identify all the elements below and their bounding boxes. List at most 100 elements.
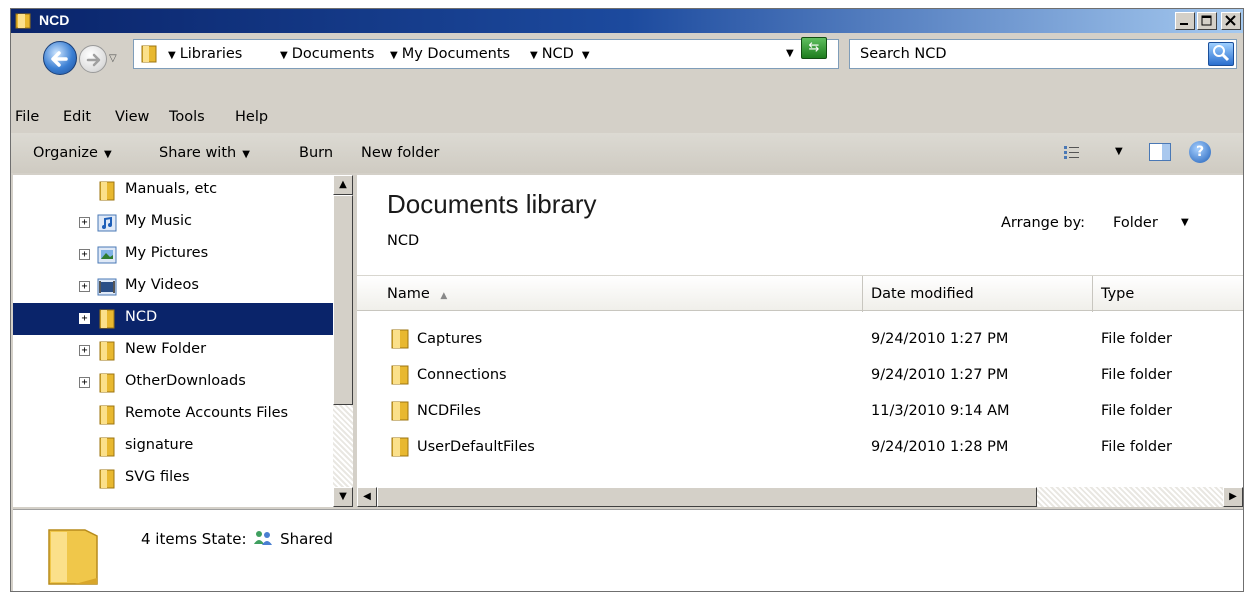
menu-bar: File Edit View Tools Help: [11, 105, 1243, 131]
file-row[interactable]: Connections 9/24/2010 1:27 PM File folde…: [357, 359, 1243, 393]
address-history-dropdown-icon[interactable]: ▼: [786, 48, 794, 59]
folder-icon: [15, 13, 31, 29]
help-icon[interactable]: ?: [1189, 141, 1211, 163]
breadcrumb-ncd[interactable]: ▼ NCD ▼: [530, 46, 594, 62]
library-subtitle: NCD: [387, 233, 420, 249]
scroll-thumb[interactable]: [333, 195, 353, 405]
expand-icon[interactable]: +: [79, 249, 90, 260]
folder-icon: [141, 45, 157, 63]
state-label: State:: [201, 530, 247, 548]
folder-icon: [48, 529, 98, 585]
column-header-row: Name ▲ Date modified Type: [357, 275, 1243, 312]
window-title: NCD: [39, 12, 70, 28]
arrange-by-dropdown[interactable]: Folder: [1113, 215, 1158, 231]
nav-item-new-folder[interactable]: + New Folder: [13, 335, 333, 367]
file-date: 9/24/2010 1:28 PM: [871, 439, 1009, 455]
share-with-button[interactable]: Share with ▼: [159, 145, 250, 161]
chevron-down-icon[interactable]: ▼: [1181, 217, 1189, 228]
horizontal-scrollbar[interactable]: ◀ ▶: [357, 487, 1243, 507]
folder-icon: [391, 401, 409, 421]
breadcrumb-my-documents[interactable]: ▼ My Documents: [390, 46, 510, 62]
breadcrumb-documents[interactable]: ▼ Documents: [280, 46, 374, 62]
file-date: 9/24/2010 1:27 PM: [871, 367, 1009, 383]
preview-pane-icon[interactable]: [1149, 143, 1171, 161]
navigation-bar: ▽ ▼ Libraries ▼ Documents ▼ My Documents ▼ N…: [11, 33, 1243, 105]
column-header-date-modified[interactable]: Date modified: [863, 276, 1093, 312]
folder-icon: [99, 373, 115, 393]
nav-item-otherdownloads[interactable]: + OtherDownloads: [13, 367, 333, 399]
nav-item-svg-files[interactable]: SVG files: [13, 463, 333, 495]
expand-icon[interactable]: +: [79, 345, 90, 356]
menu-file[interactable]: File: [15, 109, 39, 125]
file-date: 11/3/2010 9:14 AM: [871, 403, 1010, 419]
expand-icon[interactable]: +: [79, 377, 90, 388]
folder-icon: [99, 405, 115, 425]
address-bar[interactable]: ▼ Libraries ▼ Documents ▼ My Documents ▼ NCD…: [133, 39, 839, 69]
chevron-down-icon: ▼: [242, 149, 250, 160]
scroll-right-icon[interactable]: ▶: [1223, 487, 1243, 507]
nav-item-remote-accounts-files[interactable]: Remote Accounts Files: [13, 399, 333, 431]
column-header-name[interactable]: Name ▲: [357, 276, 863, 312]
state-value: Shared: [280, 530, 333, 548]
scroll-down-icon[interactable]: ▼: [333, 487, 353, 507]
maximize-button[interactable]: [1197, 12, 1217, 30]
expand-icon[interactable]: +: [79, 313, 90, 324]
nav-vertical-scrollbar[interactable]: ▲ ▼: [333, 175, 353, 507]
music-shortcut-icon: [97, 214, 117, 232]
title-bar[interactable]: NCD: [11, 9, 1243, 33]
forward-button[interactable]: [79, 45, 107, 73]
chevron-down-icon[interactable]: ▼: [1115, 146, 1123, 157]
scroll-left-icon[interactable]: ◀: [357, 487, 377, 507]
command-bar: Organize ▼ Share with ▼ Burn New folder ▼ …: [11, 133, 1243, 173]
nav-item-my-videos[interactable]: + My Videos: [13, 271, 333, 303]
chevron-down-icon: ▼: [168, 50, 176, 61]
details-pane: 4 items State: Shared: [13, 509, 1243, 591]
new-folder-button[interactable]: New folder: [361, 145, 439, 161]
file-row[interactable]: UserDefaultFiles 9/24/2010 1:28 PM File …: [357, 431, 1243, 465]
folder-icon: [99, 309, 115, 329]
search-icon[interactable]: [1208, 42, 1234, 66]
refresh-icon[interactable]: ⇆: [801, 37, 827, 59]
nav-item-signature[interactable]: signature: [13, 431, 333, 463]
chevron-down-icon: ▼: [103, 149, 112, 160]
nav-item-ncd[interactable]: + NCD: [13, 303, 333, 335]
file-type: File folder: [1101, 439, 1172, 455]
sort-ascending-icon: ▲: [440, 291, 448, 301]
folder-icon: [99, 341, 115, 361]
file-name: UserDefaultFiles: [417, 439, 535, 455]
breadcrumb-libraries[interactable]: ▼ Libraries: [168, 46, 242, 62]
menu-tools[interactable]: Tools: [169, 109, 205, 125]
menu-view[interactable]: View: [115, 109, 149, 125]
item-count: 4 items: [141, 530, 198, 548]
view-options-icon[interactable]: [1063, 145, 1081, 159]
chevron-down-icon: ▼: [280, 50, 288, 61]
scroll-thumb[interactable]: [377, 487, 1037, 507]
nav-item-my-pictures[interactable]: + My Pictures: [13, 239, 333, 271]
nav-item-my-music[interactable]: + My Music: [13, 207, 333, 239]
pictures-shortcut-icon: [97, 246, 117, 264]
expand-icon[interactable]: +: [79, 217, 90, 228]
column-header-type[interactable]: Type: [1093, 276, 1243, 312]
arrange-by-label: Arrange by:: [1001, 215, 1086, 231]
file-row[interactable]: NCDFiles 11/3/2010 9:14 AM File folder: [357, 395, 1243, 429]
videos-shortcut-icon: [97, 278, 117, 296]
back-button[interactable]: [43, 41, 77, 75]
recent-pages-chevron-icon[interactable]: ▽: [109, 53, 117, 64]
close-button[interactable]: [1221, 12, 1241, 30]
expand-icon[interactable]: +: [79, 281, 90, 292]
menu-edit[interactable]: Edit: [63, 109, 91, 125]
burn-button[interactable]: Burn: [299, 145, 333, 161]
search-input[interactable]: Search NCD: [849, 39, 1237, 69]
menu-help[interactable]: Help: [235, 109, 268, 125]
scroll-up-icon[interactable]: ▲: [333, 175, 353, 195]
file-type: File folder: [1101, 367, 1172, 383]
minimize-button[interactable]: [1175, 12, 1195, 30]
file-row[interactable]: Captures 9/24/2010 1:27 PM File folder: [357, 323, 1243, 357]
organize-button[interactable]: Organize ▼: [33, 145, 112, 161]
file-list-pane: Documents library NCD Arrange by: Folder…: [357, 175, 1243, 507]
file-type: File folder: [1101, 403, 1172, 419]
nav-item-manuals-etc[interactable]: Manuals, etc: [13, 175, 333, 207]
folder-icon: [391, 329, 409, 349]
folder-icon: [99, 437, 115, 457]
file-date: 9/24/2010 1:27 PM: [871, 331, 1009, 347]
